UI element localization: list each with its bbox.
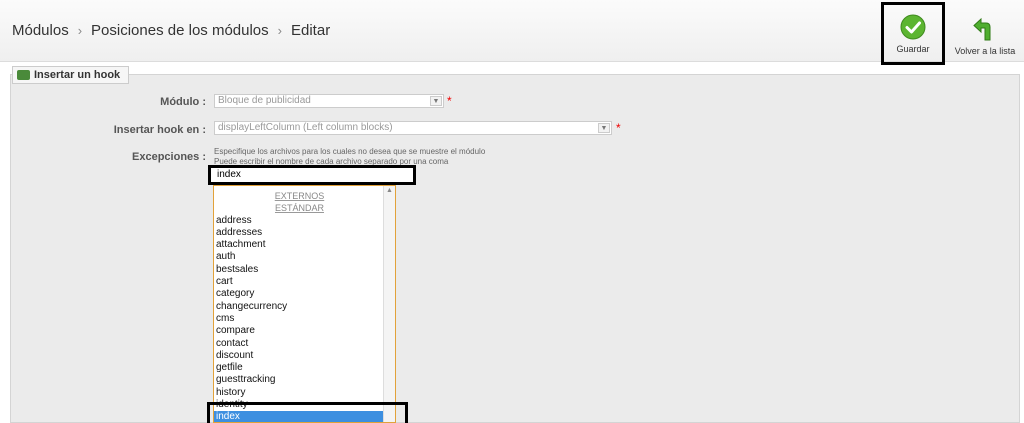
- hook-select[interactable]: displayLeftColumn (Left column blocks) ▼: [214, 121, 612, 135]
- selection-highlight: [207, 402, 408, 423]
- breadcrumb-separator: ›: [277, 23, 282, 38]
- list-item[interactable]: contact: [214, 338, 395, 350]
- breadcrumb-item-modules[interactable]: Módulos: [12, 22, 69, 39]
- toolbar: Módulos › Posiciones de los módulos › Ed…: [0, 0, 1024, 65]
- chevron-down-icon: ▼: [598, 123, 610, 133]
- chevron-down-icon: ▼: [430, 96, 442, 106]
- hook-label: Insertar hook en :: [113, 124, 206, 136]
- return-arrow-icon: [973, 17, 991, 41]
- required-mark: *: [616, 121, 621, 135]
- module-select-value: Bloque de publicidad: [218, 95, 311, 106]
- list-item[interactable]: cms: [214, 313, 395, 325]
- list-scrollbar[interactable]: ▲: [383, 186, 395, 422]
- exceptions-file-list[interactable]: EXTERNOS ESTÁNDAR address addresses atta…: [213, 185, 396, 423]
- puzzle-icon: [17, 70, 30, 80]
- list-item[interactable]: changecurrency: [214, 301, 395, 313]
- module-label: Módulo :: [160, 96, 206, 108]
- list-item[interactable]: guesttracking: [214, 374, 395, 386]
- breadcrumb: Módulos › Posiciones de los módulos › Ed…: [12, 22, 330, 39]
- hook-select-value: displayLeftColumn (Left column blocks): [218, 122, 393, 133]
- list-item[interactable]: auth: [214, 251, 395, 263]
- list-item[interactable]: attachment: [214, 239, 395, 251]
- save-button-label: Guardar: [896, 44, 930, 54]
- list-item[interactable]: getfile: [214, 362, 395, 374]
- exceptions-label: Excepciones :: [132, 151, 206, 163]
- back-to-list-button[interactable]: Volver a la lista: [950, 8, 1020, 58]
- breadcrumb-item-edit: Editar: [291, 22, 331, 39]
- back-to-list-label: Volver a la lista: [954, 46, 1016, 56]
- exceptions-input[interactable]: index: [208, 165, 416, 185]
- save-button[interactable]: Guardar: [881, 2, 945, 65]
- scroll-up-icon[interactable]: ▲: [384, 186, 395, 196]
- list-item[interactable]: category: [214, 288, 395, 300]
- fieldset-legend: Insertar un hook: [12, 66, 130, 84]
- breadcrumb-separator: ›: [77, 23, 83, 38]
- option-group-label: EXTERNOS: [274, 191, 325, 201]
- list-item[interactable]: bestsales: [214, 264, 395, 276]
- required-mark: *: [447, 94, 452, 108]
- exceptions-help-text: Especifique los archivos para los cuales…: [214, 147, 486, 156]
- list-item[interactable]: address: [214, 215, 395, 227]
- breadcrumb-item-positions[interactable]: Posiciones de los módulos: [91, 22, 269, 39]
- list-item[interactable]: compare: [214, 325, 395, 337]
- checkmark-icon: [900, 14, 926, 40]
- option-group-label: ESTÁNDAR: [274, 203, 324, 214]
- list-item[interactable]: cart: [214, 276, 395, 288]
- list-item[interactable]: history: [214, 387, 395, 399]
- module-select[interactable]: Bloque de publicidad ▼: [214, 94, 444, 108]
- list-item[interactable]: addresses: [214, 227, 395, 239]
- list-item[interactable]: discount: [214, 350, 395, 362]
